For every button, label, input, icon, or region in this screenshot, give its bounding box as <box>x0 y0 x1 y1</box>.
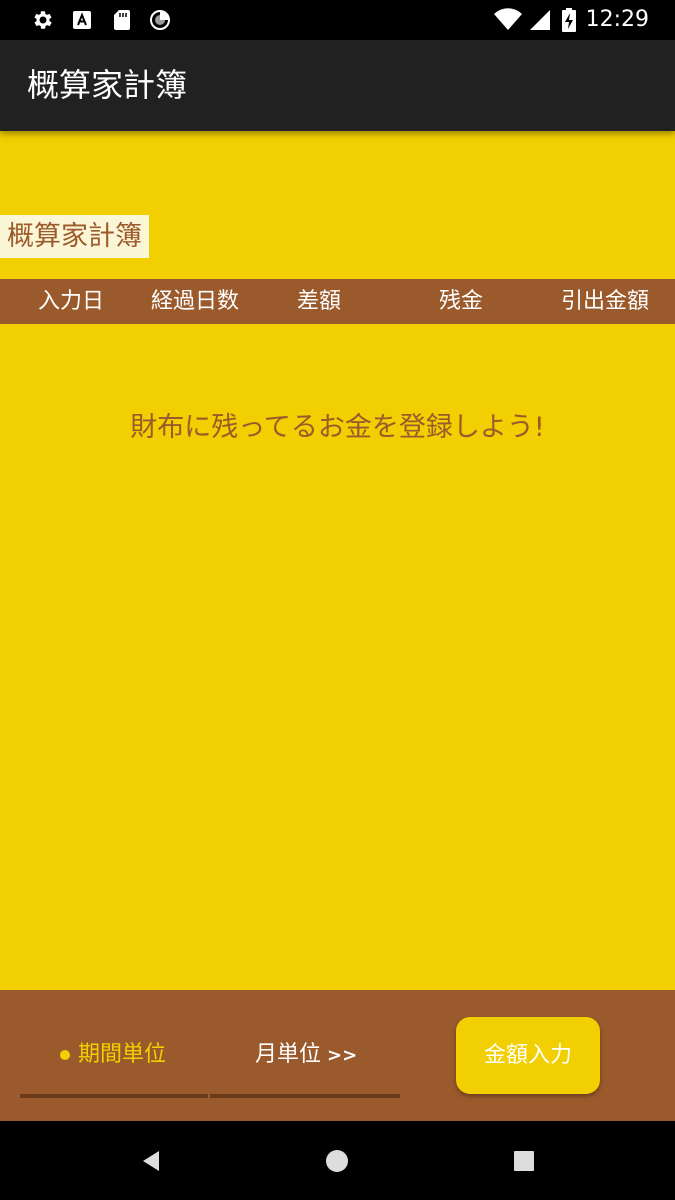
recents-icon[interactable] <box>512 1149 536 1173</box>
column-header-input-date: 入力日 <box>37 289 104 314</box>
status-bar: 12:29 <box>0 0 675 40</box>
home-icon[interactable] <box>325 1149 349 1173</box>
section-label: 概算家計簿 <box>0 215 149 258</box>
tab-underline-period <box>20 1094 208 1098</box>
tab-period-unit[interactable]: 期間単位 <box>60 1030 166 1080</box>
tab-month-label: 月単位 <box>255 1042 322 1067</box>
empty-list-message: 財布に残ってるお金を登録しよう! <box>130 412 545 443</box>
battery-charging-icon <box>562 8 576 32</box>
app-screen: 12:29 概算家計簿 概算家計簿 入力日 経過日数 差額 残金 引出金額 財布… <box>0 0 675 1200</box>
sd-card-icon <box>114 10 130 30</box>
keyboard-a-icon <box>73 11 91 29</box>
table-header: 入力日 経過日数 差額 残金 引出金額 <box>0 279 675 324</box>
column-header-elapsed-days: 経過日数 <box>150 289 239 314</box>
wifi-icon <box>494 8 522 31</box>
tab-month-unit[interactable]: 月単位 >> <box>255 1030 357 1080</box>
signal-icon <box>530 10 550 30</box>
app-title: 概算家計簿 <box>27 66 188 104</box>
tab-underline-month <box>210 1094 400 1098</box>
column-header-balance: 残金 <box>438 289 483 314</box>
gear-icon <box>34 11 52 29</box>
column-header-withdrawal: 引出金額 <box>560 289 649 314</box>
chevron-right-icon: >> <box>327 1045 358 1066</box>
app-bar: 概算家計簿 <box>0 40 675 131</box>
sync-icon <box>150 10 170 30</box>
selected-dot-icon <box>60 1050 70 1060</box>
amount-input-button[interactable]: 金額入力 <box>456 1017 600 1094</box>
tab-period-label: 期間単位 <box>78 1042 167 1067</box>
column-header-difference: 差額 <box>296 289 341 314</box>
back-icon[interactable] <box>139 1149 163 1173</box>
status-time: 12:29 <box>585 7 649 32</box>
navigation-bar <box>0 1121 675 1200</box>
